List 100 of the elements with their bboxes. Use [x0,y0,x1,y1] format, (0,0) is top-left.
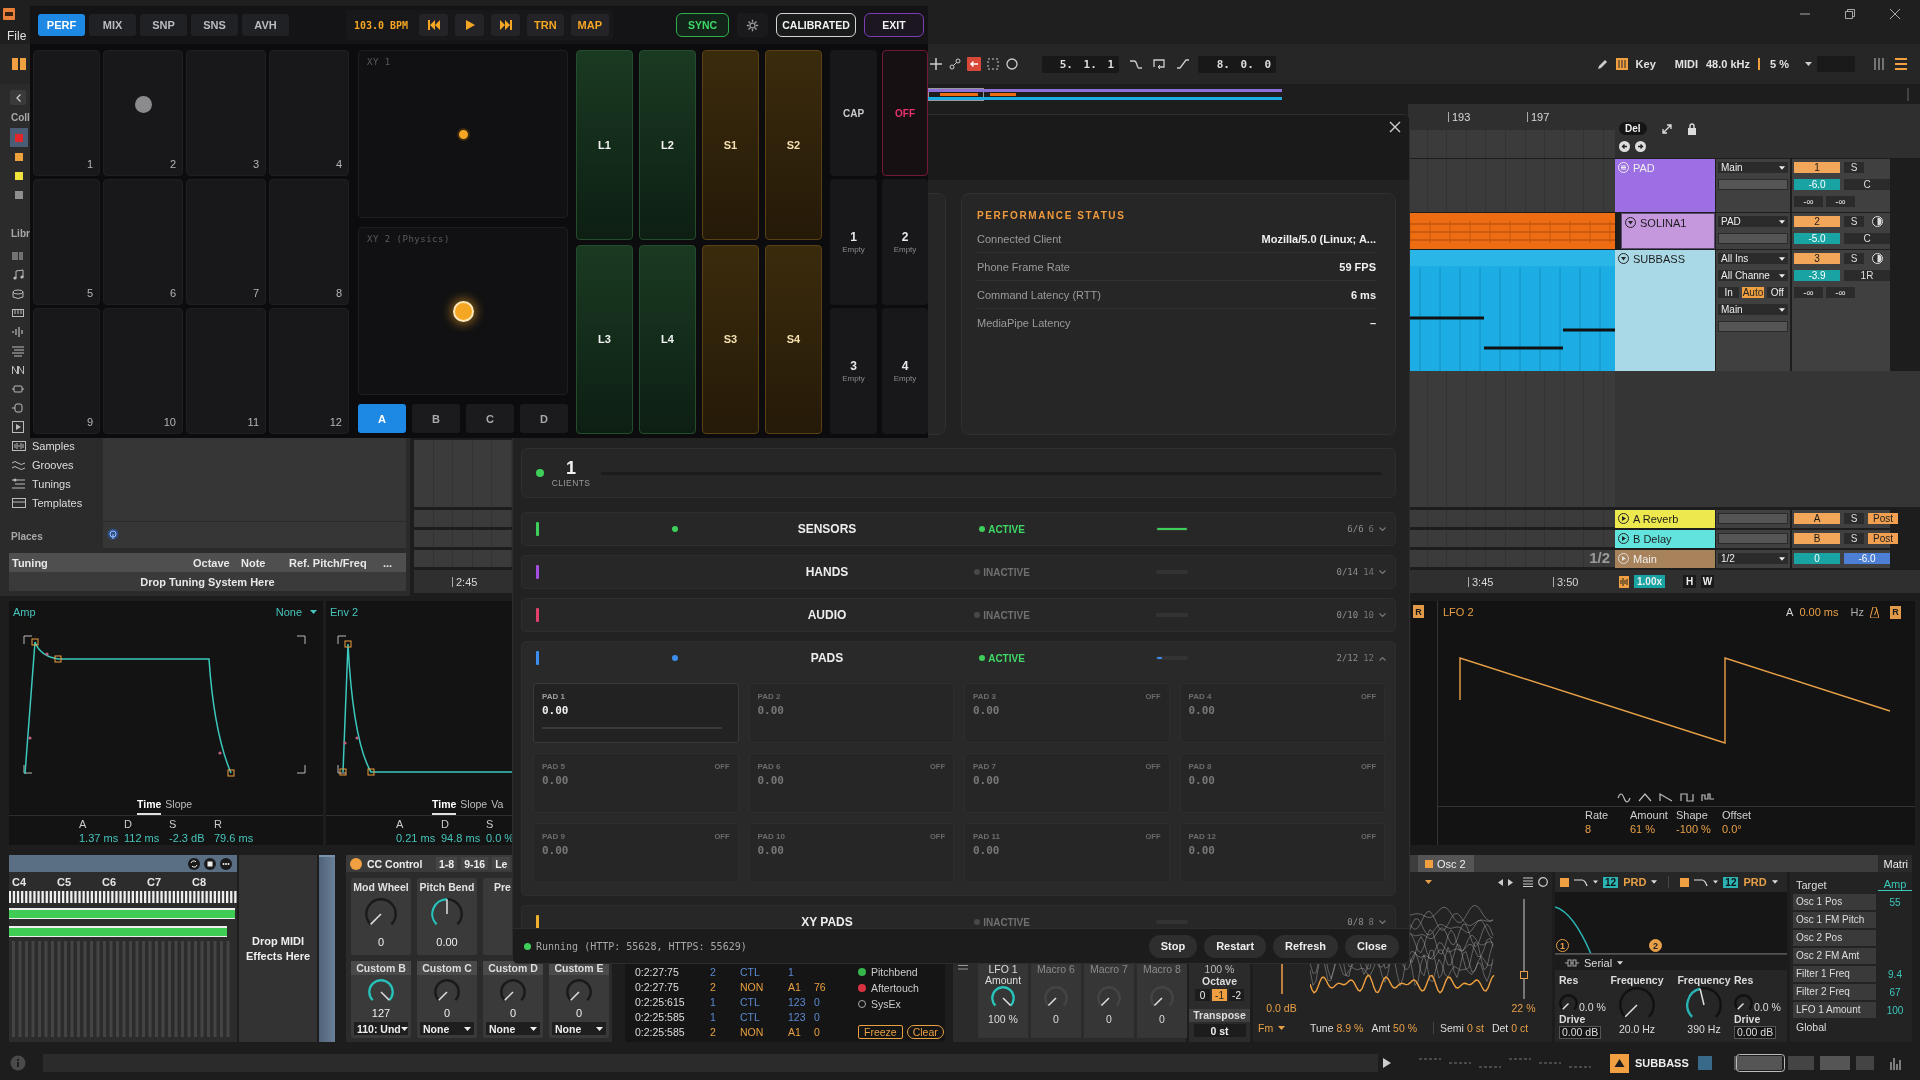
more-icon[interactable] [220,857,232,870]
mapping-dropdown[interactable]: 110: Und [354,1022,408,1035]
loop-pad[interactable]: L2 [639,50,696,240]
memory-slot[interactable]: 2 Empty [882,179,928,305]
mapping-dropdown[interactable]: None [486,1022,540,1035]
empty-field[interactable] [1718,321,1788,332]
routing-dropdown[interactable]: Serial [1584,956,1613,969]
view-tab[interactable]: Va [491,798,504,815]
drum-icon[interactable] [12,287,24,300]
filter-shape-icon[interactable] [1694,877,1709,887]
knob[interactable] [1559,994,1578,1013]
drum-pad[interactable]: 12 [269,308,349,434]
track-header[interactable]: SUBBASS [1615,250,1715,371]
menu-icon[interactable] [1895,58,1907,70]
zigzag-icon[interactable] [12,363,24,376]
solo-button[interactable]: S [1844,533,1864,544]
send-field[interactable]: -∞ [1826,287,1855,298]
track-header[interactable]: SOLINA1 [1621,213,1715,249]
solo-button[interactable]: S [1844,253,1864,264]
post-button[interactable]: Post [1868,513,1898,524]
mapping-dropdown[interactable]: None [552,1022,606,1035]
expand-icon[interactable] [1660,122,1673,135]
bank-button[interactable]: B [412,404,460,433]
sine-wave-icon[interactable] [1617,791,1631,803]
settings-button[interactable] [737,13,768,37]
filter-shape-icon[interactable] [1574,877,1588,887]
view-tab[interactable]: Time [137,798,162,815]
drum-pad[interactable]: 4 [269,50,349,176]
dialog-button[interactable]: Close [1345,934,1399,958]
library-item[interactable]: Tunings [8,474,103,493]
length-field[interactable]: 8. 0. 0 [1198,55,1276,73]
filter-toggle-icon[interactable] [1560,877,1569,887]
drive-field[interactable]: 0.00 dB [1559,1026,1602,1039]
waveform-toggle-icon[interactable] [1619,575,1629,588]
empty-field[interactable] [1718,533,1788,544]
track-header[interactable]: B Delay [1615,530,1715,548]
close-icon[interactable] [1890,9,1900,19]
midi-toggle[interactable]: MIDI [1674,58,1698,70]
post-button[interactable]: Post [1868,533,1898,544]
mode-tab[interactable]: SNS [191,14,238,36]
curve-icon[interactable] [1130,58,1142,70]
track-activator[interactable]: A [1794,513,1840,524]
next-icon[interactable] [1508,878,1513,886]
drum-pad[interactable]: 3 [186,50,266,176]
pan-field[interactable]: 1R [1844,270,1890,281]
dialog-button[interactable]: Stop [1148,934,1198,958]
routing-dropdown[interactable]: Main [1718,162,1788,173]
menu-item[interactable]: File [7,29,27,43]
list-icon[interactable] [1523,877,1533,887]
music-note-icon[interactable] [12,268,24,281]
page-button[interactable]: 1-8 [436,857,458,870]
save-icon[interactable] [204,857,216,870]
link-icon[interactable] [949,58,961,70]
view-button[interactable]: H [1683,575,1697,588]
chevron-icon[interactable] [1379,655,1386,661]
loop-pad[interactable]: S4 [765,244,822,434]
drum-pad[interactable]: 8 [269,179,349,305]
collapse-button[interactable] [10,90,26,105]
view-tab[interactable]: Time [432,798,457,815]
routing-dropdown[interactable]: PAD [1718,216,1788,227]
routing-dropdown[interactable]: Main [1718,304,1788,315]
triangle-up-icon[interactable] [1610,1053,1629,1073]
chevron-icon[interactable] [1379,919,1386,925]
device-tab[interactable]: Matri [1877,855,1912,872]
places-icon[interactable] [107,527,119,540]
play-icon[interactable] [1383,1058,1391,1068]
power-toggle-icon[interactable] [350,857,362,870]
mode-tab[interactable]: MIX [89,14,136,36]
loop-pad[interactable]: L4 [639,244,696,434]
slope-button[interactable]: 12 [1723,876,1739,888]
loop-pad[interactable]: L1 [576,50,633,240]
bank-button[interactable]: D [520,404,568,433]
play-button[interactable] [455,14,484,36]
track-activator[interactable]: 1 [1794,162,1840,173]
restore-icon[interactable] [1845,9,1855,19]
page-button[interactable]: 9-16 [461,857,489,870]
filter-type[interactable]: PRD [1743,876,1767,888]
loop-pad[interactable]: S1 [702,50,759,240]
memory-slot[interactable]: 1 Empty [830,179,877,305]
key-toggle[interactable]: Key [1635,58,1656,70]
memory-slot[interactable]: 3 Empty [830,308,877,434]
filter-marker[interactable]: 2 [1649,939,1662,952]
monitor-option[interactable]: Auto [1742,287,1764,298]
monitor-option[interactable]: In [1718,287,1740,298]
library-item[interactable]: Samples [8,436,103,455]
source-dropdown[interactable]: None [275,606,317,618]
mode-tab[interactable]: SNP [140,14,187,36]
mode-tab[interactable]: AVH [242,14,289,36]
drum-pad[interactable]: 11 [186,308,266,434]
plug-icon[interactable] [12,382,24,395]
library-item[interactable]: Grooves [8,455,103,474]
send-field[interactable]: -∞ [1826,196,1855,207]
saw-wave-icon[interactable] [1659,791,1673,803]
piano-icon[interactable] [1615,58,1628,70]
drum-pad[interactable]: 6 [103,179,183,305]
mode-button[interactable]: TRN [527,14,564,36]
track-activator[interactable]: 3 [1794,253,1840,264]
solo-button[interactable]: S [1844,216,1864,227]
knob[interactable] [1734,994,1753,1013]
view-tab[interactable]: Slope [460,798,488,815]
